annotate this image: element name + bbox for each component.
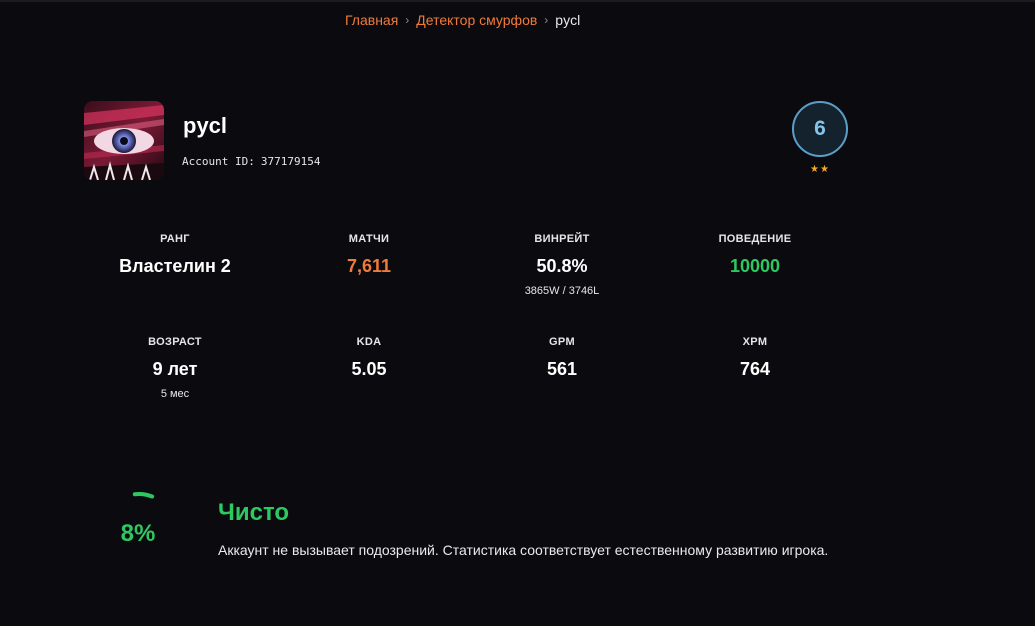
verdict-description: Аккаунт не вызывает подозрений. Статисти… [218, 542, 829, 558]
avatar-image [84, 101, 164, 180]
stat-label: XPM [742, 336, 768, 348]
verdict-title: Чисто [218, 499, 290, 526]
stat-label: МАТЧИ [348, 233, 390, 245]
breadcrumb: Главная › Детектор смурфов › pycl [345, 12, 580, 28]
stat-value: 50.8% [536, 256, 588, 276]
stat-winrate: ВИНРЕЙТ 50.8% 3865W / 3746L [477, 233, 647, 297]
account-id-label: Account ID: [182, 155, 255, 168]
stat-kda: KDA 5.05 [284, 336, 454, 380]
stat-label: ВОЗРАСТ [148, 336, 202, 348]
avatar [84, 101, 164, 180]
gauge-arc [132, 492, 155, 499]
stat-value: 10000 [729, 256, 781, 276]
top-divider [0, 0, 1035, 2]
stat-value: 9 лет [152, 359, 198, 379]
stat-label: GPM [549, 336, 575, 348]
stat-value: 764 [739, 359, 771, 379]
breadcrumb-current: pycl [555, 12, 581, 28]
stat-label: KDA [356, 336, 382, 348]
stat-xpm: XPM 764 [670, 336, 840, 380]
smurf-score-percent: 8% [120, 520, 156, 547]
stat-sub: 5 мес [160, 388, 190, 400]
account-id: Account ID: 377179154 [182, 155, 320, 168]
stat-label: ПОВЕДЕНИЕ [718, 233, 792, 245]
stat-value: 5.05 [351, 359, 387, 379]
stat-label: РАНГ [160, 233, 190, 245]
stat-age: ВОЗРАСТ 9 лет 5 мес [90, 336, 260, 400]
account-id-value: 377179154 [260, 155, 321, 168]
stat-sub: 3865W / 3746L [524, 285, 600, 297]
stat-value: 7,611 [346, 256, 392, 276]
stat-label: ВИНРЕЙТ [534, 233, 590, 245]
stat-rank: РАНГ Властелин 2 [90, 233, 260, 277]
stat-matches: МАТЧИ 7,611 [284, 233, 454, 277]
stat-value: 561 [546, 359, 578, 379]
player-name: pycl [183, 113, 228, 138]
stat-behavior: ПОВЕДЕНИЕ 10000 [670, 233, 840, 277]
rank-badge: 6 [792, 101, 848, 157]
breadcrumb-section-link[interactable]: Детектор смурфов [416, 12, 537, 28]
rank-badge-number: 6 [814, 117, 826, 140]
breadcrumb-home-link[interactable]: Главная [345, 12, 398, 28]
rank-stars-icon: ★★ [810, 164, 830, 175]
stat-value: Властелин 2 [119, 256, 231, 276]
stat-gpm: GPM 561 [477, 336, 647, 380]
chevron-right-icon: › [544, 13, 549, 27]
chevron-right-icon: › [405, 13, 410, 27]
